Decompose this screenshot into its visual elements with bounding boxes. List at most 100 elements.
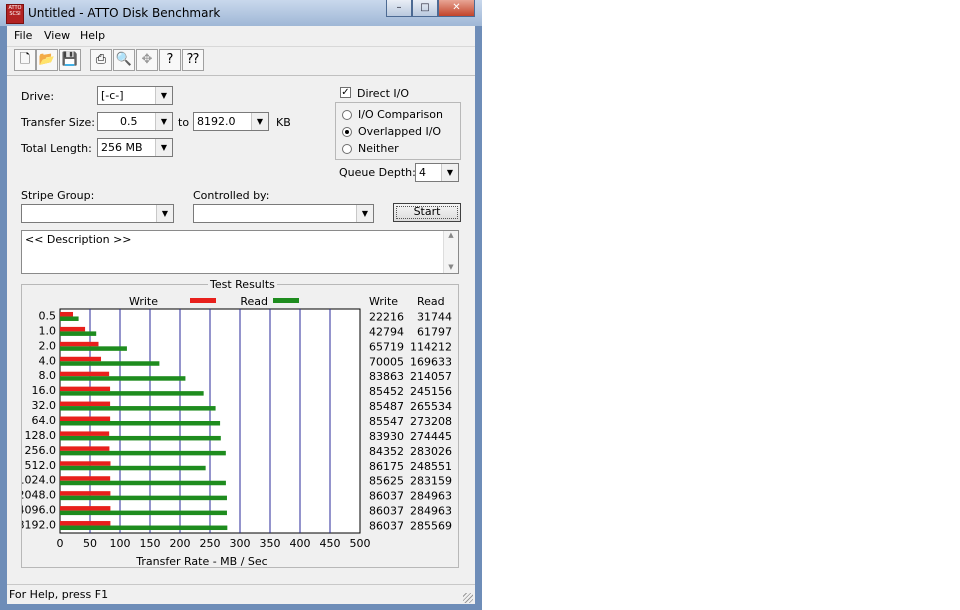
new-document-icon[interactable]: 🗋 [14,49,36,71]
x-tick-label: 150 [140,537,161,550]
controlled-by-label: Controlled by: [193,189,270,202]
neither-label: Neither [358,142,399,155]
write-bar [60,386,111,392]
resize-grip-icon[interactable] [463,593,473,603]
write-bar [60,326,86,332]
category-label: 1.0 [39,324,57,337]
atto-logo-icon: ATTO SCSI [6,4,24,24]
read-value: 248551 [410,460,452,473]
scroll-up-icon[interactable]: ▲ [444,231,458,239]
description-text: << Description >> [25,233,132,246]
description-scrollbar[interactable]: ▲ ▼ [443,231,458,273]
toolbar: 🗋 📂 💾 ⎙ 🔍 ✥ ? ⁇ [7,47,475,76]
read-bar [60,331,97,336]
read-bar [60,391,204,396]
read-value: 284963 [410,490,452,503]
direct-io-checkbox[interactable]: ✓ [340,87,351,98]
minimize-button[interactable]: – [386,0,412,17]
status-text: For Help, press F1 [9,588,109,601]
write-bar [60,401,111,407]
read-bar [60,376,186,381]
write-bar [60,476,111,481]
transfer-to-value: 8192.0 [197,115,236,128]
x-tick-label: 250 [200,537,221,550]
start-button[interactable]: Start [393,203,461,222]
write-bar [60,521,111,526]
write-bar [60,506,111,511]
menu-view[interactable]: View [44,29,70,42]
neither-radio[interactable] [342,144,352,154]
x-tick-label: 200 [170,537,191,550]
menu-file[interactable]: File [14,29,32,42]
category-label: 8.0 [39,369,57,382]
read-value: 274445 [410,430,452,443]
x-tick-label: 50 [83,537,97,550]
scroll-down-icon[interactable]: ▼ [444,263,458,271]
write-value: 86037 [369,520,404,533]
help-icon[interactable]: ? [159,49,181,71]
transfer-size-from-select[interactable]: 0.5 ▼ [97,112,173,131]
test-results-group: Test Results Write Read Write Read Trans… [21,278,459,568]
x-tick-label: 500 [350,537,371,550]
write-value: 83863 [369,370,404,383]
open-folder-icon[interactable]: 📂 [36,49,58,71]
x-tick-label: 300 [230,537,251,550]
category-label: 8192.0 [22,519,56,532]
read-value: 245156 [410,385,452,398]
read-bar [60,510,227,516]
transfer-size-to-select[interactable]: 8192.0 ▼ [193,112,269,131]
kb-label: KB [276,116,291,129]
io-comparison-radio[interactable] [342,110,352,120]
read-bar [60,450,226,456]
transfer-from-value: 0.5 [120,115,138,128]
write-bar [60,371,110,377]
read-value: 283159 [410,475,452,488]
chevron-down-icon: ▼ [155,113,172,130]
controlled-by-select[interactable]: ▼ [193,204,374,223]
io-comparison-label: I/O Comparison [358,108,443,121]
drive-select[interactable]: [-c-] ▼ [97,86,173,105]
stripe-group-select[interactable]: ▼ [21,204,174,223]
x-tick-label: 0 [57,537,64,550]
title-bar[interactable]: ATTO SCSI Untitled - ATTO Disk Benchmark … [0,0,482,26]
read-value: 283026 [410,445,452,458]
category-label: 32.0 [32,399,57,412]
description-textarea[interactable]: << Description >> ▲ ▼ [21,230,459,274]
move-icon[interactable]: ✥ [136,49,158,71]
close-button[interactable]: ✕ [438,0,475,17]
x-tick-label: 450 [320,537,341,550]
chevron-down-icon: ▼ [356,205,373,222]
chevron-down-icon: ▼ [156,205,173,222]
context-help-icon[interactable]: ⁇ [182,49,204,71]
read-value: 284963 [410,505,452,518]
stripe-group-label: Stripe Group: [21,189,95,202]
write-bar [60,341,99,347]
read-bar [60,525,228,531]
read-bar [60,480,226,486]
total-length-label: Total Length: [21,142,92,155]
chevron-down-icon: ▼ [155,87,172,104]
column-header-write: Write [369,295,398,308]
read-bar [60,435,221,441]
print-preview-icon[interactable]: 🔍 [113,49,135,71]
write-bar [60,356,102,362]
read-bar [60,361,160,366]
read-bar [60,421,221,426]
overlapped-io-radio[interactable] [342,127,352,137]
total-length-select[interactable]: 256 MB ▼ [97,138,173,157]
read-bar [60,495,227,501]
write-value: 84352 [369,445,404,458]
save-icon[interactable]: 💾 [59,49,81,71]
app-window: ATTO SCSI Untitled - ATTO Disk Benchmark … [0,0,482,610]
read-value: 285569 [410,520,452,533]
print-icon[interactable]: ⎙ [90,49,112,71]
menu-help[interactable]: Help [80,29,105,42]
legend-read-label: Read [240,295,268,308]
read-bar [60,346,127,351]
x-axis-label: Transfer Rate - MB / Sec [135,555,267,567]
queue-depth-label: Queue Depth: [339,166,416,179]
to-label: to [178,116,190,129]
queue-depth-select[interactable]: 4 ▼ [415,163,459,182]
read-value: 114212 [410,340,452,353]
maximize-button[interactable]: □ [412,0,438,17]
